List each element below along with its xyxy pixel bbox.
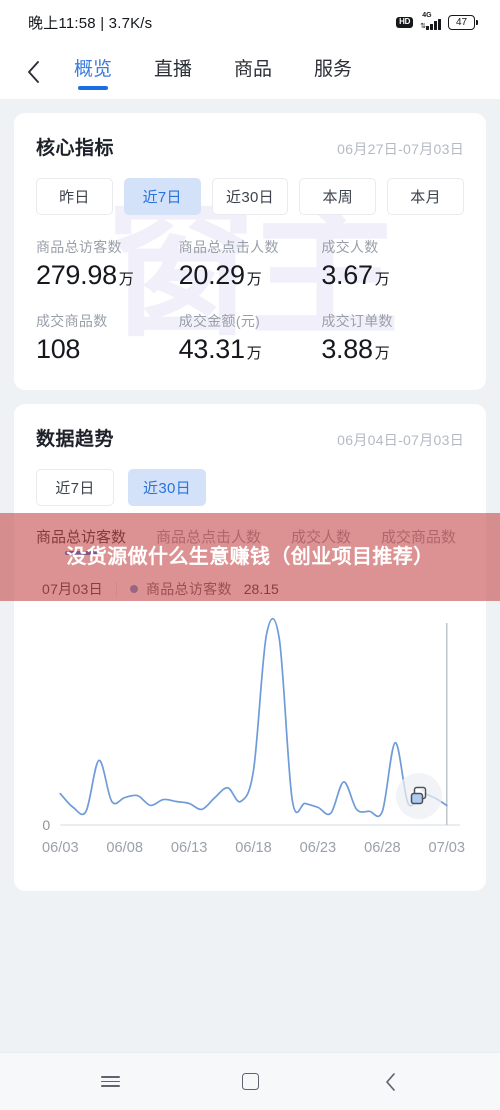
- data-trends-period-filters: 近7日 近30日: [14, 451, 486, 507]
- chart-series-line: [59, 618, 448, 818]
- chart-x-tick: 06/23: [300, 840, 337, 856]
- trend-line-chart[interactable]: 0 06/03 06/08 06/13 06/18 06/23 06/28 07/03: [28, 609, 472, 869]
- chart-x-tick: 06/03: [42, 840, 79, 856]
- metric-number: 3.88: [321, 333, 373, 364]
- status-bar: 晚上11:58 | 3.7K/s HD 4G ⇅ 47: [0, 0, 500, 44]
- metric-value: 43.31 万: [178, 333, 322, 365]
- chip-this-week[interactable]: 本周: [299, 178, 377, 215]
- main-tabs: 概览 直播 商品 服务: [74, 54, 352, 90]
- data-trends-card: 数据趋势 06月04日-07月03日 近7日 近30日 商品总访客数 商品总点击…: [14, 404, 486, 892]
- data-trends-title: 数据趋势: [36, 429, 115, 451]
- metric-unit: 万: [118, 271, 134, 288]
- status-time-network: 晚上11:58 | 3.7K/s: [28, 14, 153, 32]
- chart-container[interactable]: 0 06/03 06/08 06/13 06/18 06/23 06/28 07/03: [14, 599, 486, 891]
- metric-item: 商品总访客数 279.98 万: [36, 237, 179, 291]
- menu-recents-icon: [100, 1073, 120, 1091]
- core-metrics-title: 核心指标: [36, 138, 115, 159]
- battery-level-label: 47: [448, 14, 475, 30]
- page-content: 窗主 核心指标 06月27日-07月03日 昨日 近7日 近30日 本周 本月 …: [0, 99, 500, 905]
- metric-value: 3.67 万: [321, 260, 464, 291]
- square-home-icon: [241, 1073, 259, 1090]
- promo-overlay-text: 没货源做什么生意赚钱（创业项目推荐）: [66, 545, 434, 568]
- chip-this-month[interactable]: 本月: [387, 178, 464, 215]
- metric-number: 20.29: [178, 260, 245, 290]
- chart-x-tick: 06/18: [235, 840, 272, 856]
- metric-item: 成交商品数 108: [36, 311, 179, 365]
- chart-x-tick: 06/28: [364, 840, 401, 856]
- tab-overview[interactable]: 概览: [74, 54, 112, 90]
- metric-label: 成交金额(元): [178, 312, 261, 329]
- metric-value: 279.98 万: [36, 260, 179, 291]
- metric-number: 108: [36, 333, 81, 364]
- trend-chip-last-30-days[interactable]: 近30日: [128, 469, 206, 507]
- signal-icon: 4G ⇅: [420, 11, 441, 30]
- chip-last-30-days[interactable]: 近30日: [211, 178, 289, 215]
- metric-unit: 万: [374, 344, 390, 362]
- tab-products[interactable]: 商品: [234, 54, 272, 90]
- trend-chip-last-7-days[interactable]: 近7日: [36, 469, 114, 507]
- core-metrics-date-range: 06月27日-07月03日: [337, 141, 464, 157]
- metric-unit: 万: [374, 271, 390, 288]
- battery-icon: 47: [448, 14, 478, 30]
- top-navigation-bar: 概览 直播 商品 服务: [0, 44, 500, 99]
- network-type-label: 4G: [422, 11, 432, 19]
- metric-value: 3.88 万: [321, 333, 464, 365]
- tab-services[interactable]: 服务: [314, 54, 352, 90]
- chart-x-tick: 07/03: [428, 840, 465, 856]
- metric-value: 108: [36, 333, 179, 365]
- battery-cap: [476, 19, 478, 25]
- chart-x-tick: 06/08: [106, 840, 143, 856]
- promo-overlay-banner[interactable]: 没货源做什么生意赚钱（创业项目推荐）: [0, 513, 500, 601]
- core-metrics-header: 核心指标 06月27日-07月03日: [14, 113, 486, 160]
- copy-duplicate-icon: [410, 787, 427, 805]
- metric-item: 商品总点击人数 20.29 万: [179, 237, 322, 291]
- android-navigation-bar: [0, 1052, 500, 1110]
- chart-y-tick-0: 0: [42, 817, 50, 833]
- chart-x-tick: 06/13: [171, 840, 208, 856]
- chart-x-axis-labels: 06/03 06/08 06/13 06/18 06/23 06/28 07/03: [42, 840, 465, 856]
- metric-item: 成交订单数 3.88 万: [321, 311, 464, 365]
- core-metrics-grid: 商品总访客数 279.98 万 商品总点击人数 20.29 万 成交人数 3.6…: [14, 215, 486, 390]
- data-arrows-icon: ⇅: [420, 22, 426, 30]
- metric-label: 商品总访客数: [36, 239, 122, 255]
- back-button[interactable]: [14, 60, 52, 84]
- chevron-left-icon: [28, 60, 39, 83]
- metric-label: 成交商品数: [36, 312, 108, 329]
- metric-unit: 万: [246, 344, 262, 362]
- tab-live[interactable]: 直播: [154, 54, 192, 90]
- signal-bars-icon: [426, 18, 441, 30]
- status-icons: HD 4G ⇅ 47: [396, 11, 478, 30]
- metric-unit: 万: [246, 271, 262, 288]
- core-metrics-card: 窗主 核心指标 06月27日-07月03日 昨日 近7日 近30日 本周 本月 …: [14, 113, 486, 391]
- metric-item: 成交金额(元) 43.31 万: [179, 311, 322, 365]
- chip-last-7-days[interactable]: 近7日: [123, 178, 201, 215]
- chevron-left-back-icon: [385, 1072, 395, 1091]
- metric-label: 商品总点击人数: [178, 239, 279, 255]
- metric-label: 成交人数: [321, 239, 379, 255]
- metric-value: 20.29 万: [178, 260, 322, 291]
- nav-home-button[interactable]: [233, 1065, 267, 1099]
- nav-recents-button[interactable]: [93, 1065, 127, 1099]
- metric-number: 279.98: [36, 260, 117, 290]
- core-metrics-period-filters: 昨日 近7日 近30日 本周 本月: [14, 160, 486, 215]
- metric-item: 成交人数 3.67 万: [321, 237, 464, 291]
- metric-label: 成交订单数: [321, 312, 393, 329]
- data-trends-date-range: 06月04日-07月03日: [337, 432, 464, 449]
- metric-number: 43.31: [178, 333, 245, 364]
- nav-back-button[interactable]: [373, 1065, 407, 1099]
- hd-icon: HD: [396, 16, 414, 28]
- chip-yesterday[interactable]: 昨日: [36, 178, 113, 215]
- metric-number: 3.67: [321, 260, 373, 290]
- data-trends-header: 数据趋势 06月04日-07月03日: [14, 404, 486, 451]
